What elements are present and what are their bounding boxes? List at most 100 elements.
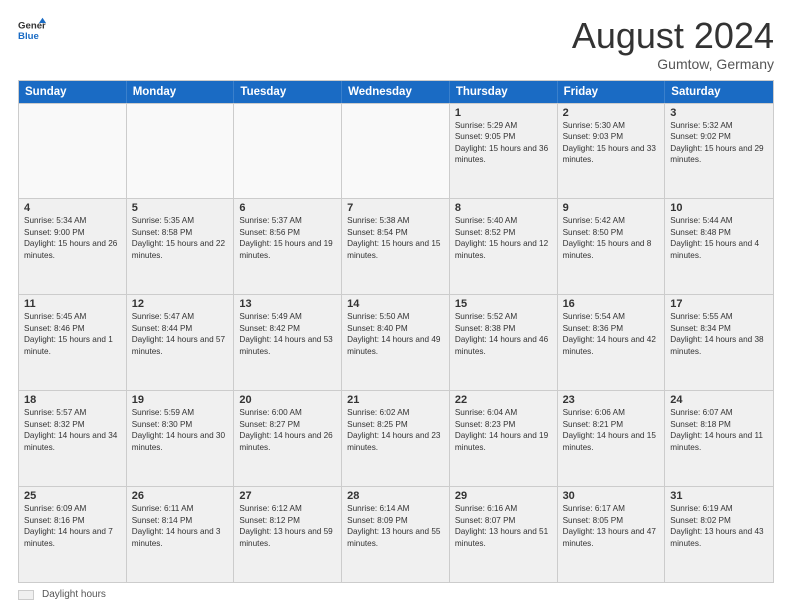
day-number: 18 xyxy=(24,394,121,406)
calendar-week-1: 1Sunrise: 5:29 AMSunset: 9:05 PMDaylight… xyxy=(19,103,773,199)
calendar-cell: 9Sunrise: 5:42 AMSunset: 8:50 PMDaylight… xyxy=(558,199,666,294)
day-number: 9 xyxy=(563,202,660,214)
day-info: Sunrise: 5:47 AMSunset: 8:44 PMDaylight:… xyxy=(132,311,229,357)
calendar-subtitle: Gumtow, Germany xyxy=(572,56,774,72)
calendar-cell: 3Sunrise: 5:32 AMSunset: 9:02 PMDaylight… xyxy=(665,104,773,199)
day-info: Sunrise: 5:37 AMSunset: 8:56 PMDaylight:… xyxy=(239,215,336,261)
calendar-week-4: 18Sunrise: 5:57 AMSunset: 8:32 PMDayligh… xyxy=(19,390,773,486)
day-info: Sunrise: 5:57 AMSunset: 8:32 PMDaylight:… xyxy=(24,407,121,453)
calendar-cell: 8Sunrise: 5:40 AMSunset: 8:52 PMDaylight… xyxy=(450,199,558,294)
calendar-cell: 28Sunrise: 6:14 AMSunset: 8:09 PMDayligh… xyxy=(342,487,450,582)
day-info: Sunrise: 6:06 AMSunset: 8:21 PMDaylight:… xyxy=(563,407,660,453)
day-number: 17 xyxy=(670,298,768,310)
day-info: Sunrise: 5:59 AMSunset: 8:30 PMDaylight:… xyxy=(132,407,229,453)
day-number: 3 xyxy=(670,107,768,119)
day-number: 5 xyxy=(132,202,229,214)
calendar-cell: 11Sunrise: 5:45 AMSunset: 8:46 PMDayligh… xyxy=(19,295,127,390)
calendar-week-5: 25Sunrise: 6:09 AMSunset: 8:16 PMDayligh… xyxy=(19,486,773,582)
logo-icon: General Blue xyxy=(18,16,46,44)
day-number: 2 xyxy=(563,107,660,119)
day-number: 31 xyxy=(670,490,768,502)
day-number: 12 xyxy=(132,298,229,310)
day-number: 20 xyxy=(239,394,336,406)
calendar-cell: 31Sunrise: 6:19 AMSunset: 8:02 PMDayligh… xyxy=(665,487,773,582)
calendar-cell: 7Sunrise: 5:38 AMSunset: 8:54 PMDaylight… xyxy=(342,199,450,294)
day-number: 25 xyxy=(24,490,121,502)
col-header-sunday: Sunday xyxy=(19,81,127,103)
day-info: Sunrise: 5:49 AMSunset: 8:42 PMDaylight:… xyxy=(239,311,336,357)
calendar-cell: 20Sunrise: 6:00 AMSunset: 8:27 PMDayligh… xyxy=(234,391,342,486)
calendar-cell: 10Sunrise: 5:44 AMSunset: 8:48 PMDayligh… xyxy=(665,199,773,294)
calendar-cell: 30Sunrise: 6:17 AMSunset: 8:05 PMDayligh… xyxy=(558,487,666,582)
day-info: Sunrise: 5:54 AMSunset: 8:36 PMDaylight:… xyxy=(563,311,660,357)
daylight-label: Daylight hours xyxy=(42,589,106,600)
day-info: Sunrise: 5:52 AMSunset: 8:38 PMDaylight:… xyxy=(455,311,552,357)
day-number: 14 xyxy=(347,298,444,310)
calendar-header-row: SundayMondayTuesdayWednesdayThursdayFrid… xyxy=(19,81,773,103)
day-info: Sunrise: 6:02 AMSunset: 8:25 PMDaylight:… xyxy=(347,407,444,453)
calendar-cell: 13Sunrise: 5:49 AMSunset: 8:42 PMDayligh… xyxy=(234,295,342,390)
day-info: Sunrise: 5:29 AMSunset: 9:05 PMDaylight:… xyxy=(455,120,552,166)
calendar-cell: 23Sunrise: 6:06 AMSunset: 8:21 PMDayligh… xyxy=(558,391,666,486)
day-info: Sunrise: 5:42 AMSunset: 8:50 PMDaylight:… xyxy=(563,215,660,261)
title-block: August 2024 Gumtow, Germany xyxy=(572,16,774,72)
day-number: 4 xyxy=(24,202,121,214)
day-info: Sunrise: 5:50 AMSunset: 8:40 PMDaylight:… xyxy=(347,311,444,357)
col-header-thursday: Thursday xyxy=(450,81,558,103)
calendar-cell: 4Sunrise: 5:34 AMSunset: 9:00 PMDaylight… xyxy=(19,199,127,294)
day-number: 7 xyxy=(347,202,444,214)
day-number: 11 xyxy=(24,298,121,310)
calendar-cell: 29Sunrise: 6:16 AMSunset: 8:07 PMDayligh… xyxy=(450,487,558,582)
day-number: 10 xyxy=(670,202,768,214)
day-info: Sunrise: 6:00 AMSunset: 8:27 PMDaylight:… xyxy=(239,407,336,453)
calendar-cell: 24Sunrise: 6:07 AMSunset: 8:18 PMDayligh… xyxy=(665,391,773,486)
calendar-cell: 15Sunrise: 5:52 AMSunset: 8:38 PMDayligh… xyxy=(450,295,558,390)
calendar-cell: 26Sunrise: 6:11 AMSunset: 8:14 PMDayligh… xyxy=(127,487,235,582)
calendar-cell xyxy=(19,104,127,199)
col-header-monday: Monday xyxy=(127,81,235,103)
svg-text:Blue: Blue xyxy=(18,31,39,42)
day-info: Sunrise: 6:11 AMSunset: 8:14 PMDaylight:… xyxy=(132,503,229,549)
day-info: Sunrise: 5:35 AMSunset: 8:58 PMDaylight:… xyxy=(132,215,229,261)
calendar-cell: 1Sunrise: 5:29 AMSunset: 9:05 PMDaylight… xyxy=(450,104,558,199)
day-number: 29 xyxy=(455,490,552,502)
day-number: 15 xyxy=(455,298,552,310)
calendar-cell: 18Sunrise: 5:57 AMSunset: 8:32 PMDayligh… xyxy=(19,391,127,486)
col-header-wednesday: Wednesday xyxy=(342,81,450,103)
day-number: 27 xyxy=(239,490,336,502)
day-number: 8 xyxy=(455,202,552,214)
day-info: Sunrise: 6:04 AMSunset: 8:23 PMDaylight:… xyxy=(455,407,552,453)
day-number: 26 xyxy=(132,490,229,502)
day-info: Sunrise: 6:17 AMSunset: 8:05 PMDaylight:… xyxy=(563,503,660,549)
day-info: Sunrise: 5:44 AMSunset: 8:48 PMDaylight:… xyxy=(670,215,768,261)
day-number: 30 xyxy=(563,490,660,502)
day-info: Sunrise: 6:09 AMSunset: 8:16 PMDaylight:… xyxy=(24,503,121,549)
day-info: Sunrise: 5:34 AMSunset: 9:00 PMDaylight:… xyxy=(24,215,121,261)
day-number: 24 xyxy=(670,394,768,406)
calendar: SundayMondayTuesdayWednesdayThursdayFrid… xyxy=(18,80,774,583)
calendar-cell: 12Sunrise: 5:47 AMSunset: 8:44 PMDayligh… xyxy=(127,295,235,390)
day-number: 13 xyxy=(239,298,336,310)
calendar-week-2: 4Sunrise: 5:34 AMSunset: 9:00 PMDaylight… xyxy=(19,198,773,294)
day-number: 19 xyxy=(132,394,229,406)
page-header: General Blue August 2024 Gumtow, Germany xyxy=(18,16,774,72)
calendar-cell xyxy=(127,104,235,199)
calendar-footer: Daylight hours xyxy=(18,589,774,600)
col-header-saturday: Saturday xyxy=(665,81,773,103)
day-info: Sunrise: 5:38 AMSunset: 8:54 PMDaylight:… xyxy=(347,215,444,261)
calendar-cell: 2Sunrise: 5:30 AMSunset: 9:03 PMDaylight… xyxy=(558,104,666,199)
calendar-title: August 2024 xyxy=(572,16,774,56)
calendar-body: 1Sunrise: 5:29 AMSunset: 9:05 PMDaylight… xyxy=(19,103,773,582)
calendar-cell: 25Sunrise: 6:09 AMSunset: 8:16 PMDayligh… xyxy=(19,487,127,582)
col-header-tuesday: Tuesday xyxy=(234,81,342,103)
day-number: 16 xyxy=(563,298,660,310)
calendar-cell: 17Sunrise: 5:55 AMSunset: 8:34 PMDayligh… xyxy=(665,295,773,390)
day-info: Sunrise: 6:19 AMSunset: 8:02 PMDaylight:… xyxy=(670,503,768,549)
day-info: Sunrise: 5:55 AMSunset: 8:34 PMDaylight:… xyxy=(670,311,768,357)
day-number: 21 xyxy=(347,394,444,406)
daylight-swatch xyxy=(18,590,34,600)
day-number: 1 xyxy=(455,107,552,119)
calendar-cell: 19Sunrise: 5:59 AMSunset: 8:30 PMDayligh… xyxy=(127,391,235,486)
day-info: Sunrise: 5:32 AMSunset: 9:02 PMDaylight:… xyxy=(670,120,768,166)
day-number: 6 xyxy=(239,202,336,214)
